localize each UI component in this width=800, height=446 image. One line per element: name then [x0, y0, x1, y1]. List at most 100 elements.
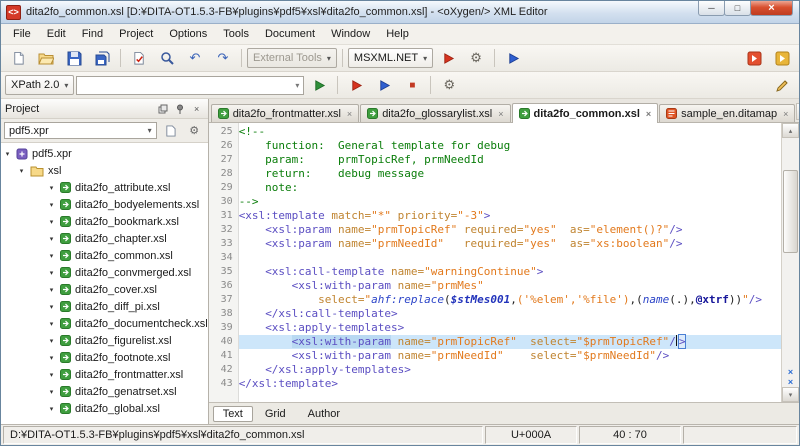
- close-tab-icon[interactable]: ×: [347, 109, 352, 119]
- code-line-25[interactable]: 25 <!--: [209, 125, 781, 139]
- open-file-button[interactable]: [33, 46, 59, 70]
- float-panel-icon[interactable]: [156, 102, 170, 116]
- expander-icon[interactable]: ▾: [17, 167, 26, 175]
- code-line-29[interactable]: 29 note:: [209, 181, 781, 195]
- project-settings-button[interactable]: ⚙: [184, 121, 205, 140]
- expander-icon[interactable]: ▾: [47, 201, 56, 209]
- save-all-button[interactable]: [89, 46, 115, 70]
- mode-tab-text[interactable]: Text: [212, 405, 253, 422]
- close-tab-icon[interactable]: ×: [783, 109, 788, 119]
- external-tools-dropdown[interactable]: External Tools ▾: [247, 48, 337, 68]
- menu-find[interactable]: Find: [74, 25, 111, 43]
- undo-button[interactable]: ↶: [182, 46, 208, 70]
- menu-document[interactable]: Document: [257, 25, 323, 43]
- expander-icon[interactable]: ▾: [47, 388, 56, 396]
- expander-icon[interactable]: ▾: [47, 371, 56, 379]
- expander-icon[interactable]: ▾: [47, 286, 56, 294]
- tree-item-dita2fo_footnote.xsl[interactable]: ▾ dita2fo_footnote.xsl: [1, 349, 208, 366]
- close-button[interactable]: ×: [750, 1, 793, 16]
- mode-tab-author[interactable]: Author: [298, 406, 350, 422]
- redo-button[interactable]: ↷: [210, 46, 236, 70]
- close-tab-icon[interactable]: ×: [498, 109, 503, 119]
- code-lines[interactable]: 25 <!-- 26 function: General template for …: [208, 123, 781, 402]
- code-line-39[interactable]: 39 <xsl:apply-templates>: [209, 321, 781, 335]
- debug-transformation-button[interactable]: [500, 46, 526, 70]
- tree-item-dita2fo_common.xsl[interactable]: ▾ dita2fo_common.xsl: [1, 247, 208, 264]
- scenario-settings-button[interactable]: ⚙: [436, 73, 462, 97]
- tree-item-dita2fo_attribute.xsl[interactable]: ▾ dita2fo_attribute.xsl: [1, 179, 208, 196]
- tree-item-dita2fo_bookmark.xsl[interactable]: ▾ dita2fo_bookmark.xsl: [1, 213, 208, 230]
- project-new-button[interactable]: [160, 121, 181, 140]
- tree-item-dita2fo_documentcheck.xsl[interactable]: ▾ dita2fo_documentcheck.xsl: [1, 315, 208, 332]
- project-combo[interactable]: pdf5.xpr ▾: [4, 122, 157, 139]
- xpath-input[interactable]: ▾: [76, 75, 305, 95]
- tree-item-dita2fo_bodyelements.xsl[interactable]: ▾ dita2fo_bodyelements.xsl: [1, 196, 208, 213]
- xquery-debugger-button[interactable]: [769, 46, 795, 70]
- menu-edit[interactable]: Edit: [39, 25, 74, 43]
- split-mark-icon[interactable]: ×: [788, 377, 793, 387]
- tree-item-dita2fo_chapter.xsl[interactable]: ▾ dita2fo_chapter.xsl: [1, 230, 208, 247]
- stop-button[interactable]: ■: [399, 73, 425, 97]
- new-document-button[interactable]: [5, 46, 31, 70]
- pin-icon[interactable]: [173, 102, 187, 116]
- code-line-36[interactable]: 36 <xsl:with-param name="prmMes": [209, 279, 781, 293]
- menu-tools[interactable]: Tools: [215, 25, 257, 43]
- code-line-26[interactable]: 26 function: General template for debug: [209, 139, 781, 153]
- tab-sample_en.ditamap[interactable]: sample_en.ditamap ×: [659, 104, 796, 122]
- close-tab-icon[interactable]: ×: [646, 109, 651, 119]
- expander-icon[interactable]: ▾: [47, 235, 56, 243]
- title-bar[interactable]: <> dita2fo_common.xsl [D:¥DITA-OT1.5.3-F…: [1, 1, 799, 24]
- minimize-button[interactable]: ─: [698, 1, 725, 16]
- scrollbar-track[interactable]: [782, 138, 799, 363]
- expander-icon[interactable]: ▾: [47, 269, 56, 277]
- debug-scenario-button[interactable]: [371, 73, 397, 97]
- tree-item-dita2fo_cover.xsl[interactable]: ▾ dita2fo_cover.xsl: [1, 281, 208, 298]
- code-line-34[interactable]: 34: [209, 251, 781, 265]
- expander-icon[interactable]: ▾: [47, 320, 56, 328]
- expander-icon[interactable]: ▾: [47, 337, 56, 345]
- tree-item-dita2fo_global.xsl[interactable]: ▾ dita2fo_global.xsl: [1, 400, 208, 417]
- close-panel-icon[interactable]: ×: [190, 102, 204, 116]
- apply-transformation-button[interactable]: [435, 46, 461, 70]
- code-line-30[interactable]: 30 -->: [209, 195, 781, 209]
- tab-dita2fo_common.xsl[interactable]: dita2fo_common.xsl ×: [511, 103, 659, 123]
- code-line-43[interactable]: 43 </xsl:template>: [209, 377, 781, 391]
- tab-scroll-left-icon[interactable]: ◂: [796, 103, 799, 120]
- menu-options[interactable]: Options: [161, 25, 215, 43]
- menu-window[interactable]: Window: [323, 25, 378, 43]
- save-button[interactable]: [61, 46, 87, 70]
- mode-tab-grid[interactable]: Grid: [255, 406, 296, 422]
- maximize-button[interactable]: □: [724, 1, 751, 16]
- expander-icon[interactable]: ▾: [47, 303, 56, 311]
- scroll-up-icon[interactable]: ▴: [782, 123, 799, 138]
- tree-item-folder-xsl[interactable]: ▾ xsl: [1, 162, 208, 179]
- execute-xpath-button[interactable]: [306, 73, 332, 97]
- code-line-27[interactable]: 27 param: prmTopicRef, prmNeedId: [209, 153, 781, 167]
- code-line-28[interactable]: 28 return: debug message: [209, 167, 781, 181]
- vertical-scrollbar[interactable]: ▴ × × ▾: [781, 123, 799, 402]
- expander-icon[interactable]: ▾: [47, 354, 56, 362]
- tab-dita2fo_frontmatter.xsl[interactable]: dita2fo_frontmatter.xsl ×: [210, 104, 360, 122]
- code-line-37[interactable]: 37 select="ahf:replace($stMes001,('%elem…: [209, 293, 781, 307]
- run-scenario-button[interactable]: [343, 73, 369, 97]
- validate-document-button[interactable]: [126, 46, 152, 70]
- edit-annotations-button[interactable]: [769, 73, 795, 97]
- expander-icon[interactable]: ▾: [3, 150, 12, 158]
- expander-icon[interactable]: ▾: [47, 184, 56, 192]
- search-button[interactable]: [154, 46, 180, 70]
- transformation-engine-dropdown[interactable]: MSXML.NET ▾: [347, 48, 434, 68]
- code-line-32[interactable]: 32 <xsl:param name="prmTopicRef" require…: [209, 223, 781, 237]
- tree-item-project-root[interactable]: ▾ pdf5.xpr: [1, 145, 208, 162]
- xpath-version-dropdown[interactable]: XPath 2.0 ▾: [5, 75, 75, 95]
- expander-icon[interactable]: ▾: [47, 218, 56, 226]
- menu-file[interactable]: File: [5, 25, 39, 43]
- code-line-33[interactable]: 33 <xsl:param name="prmNeedId" required=…: [209, 237, 781, 251]
- menu-project[interactable]: Project: [111, 25, 161, 43]
- expander-icon[interactable]: ▾: [47, 405, 56, 413]
- code-line-42[interactable]: 42 </xsl:apply-templates>: [209, 363, 781, 377]
- tree-item-dita2fo_figurelist.xsl[interactable]: ▾ dita2fo_figurelist.xsl: [1, 332, 208, 349]
- split-mark-icon[interactable]: ×: [788, 367, 793, 377]
- tree-item-dita2fo_frontmatter.xsl[interactable]: ▾ dita2fo_frontmatter.xsl: [1, 366, 208, 383]
- code-line-35[interactable]: 35 <xsl:call-template name="warningConti…: [209, 265, 781, 279]
- tab-dita2fo_glossarylist.xsl[interactable]: dita2fo_glossarylist.xsl ×: [360, 104, 511, 122]
